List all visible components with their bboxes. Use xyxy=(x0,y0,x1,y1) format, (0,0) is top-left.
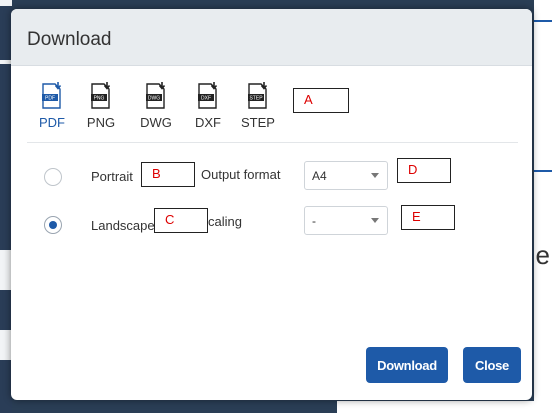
annotation-d: D xyxy=(397,158,451,183)
download-dialog: Download PDF PDF PNG PNG DWG DWG DXF DXF… xyxy=(11,9,532,400)
format-label-dxf: DXF xyxy=(195,115,221,130)
svg-text:DWG: DWG xyxy=(148,96,160,102)
background-app-right: e xyxy=(534,0,552,413)
dialog-header: Download xyxy=(11,9,532,66)
landscape-label: Landscape xyxy=(91,218,155,233)
section-divider xyxy=(27,142,518,143)
format-label-dwg: DWG xyxy=(140,115,172,130)
svg-text:PDF: PDF xyxy=(45,96,55,102)
scaling-select[interactable]: - xyxy=(304,206,388,235)
portrait-radio[interactable] xyxy=(44,168,62,186)
output-format-select[interactable]: A4 xyxy=(304,161,388,190)
step-file-icon: STEP xyxy=(248,82,268,109)
landscape-radio[interactable] xyxy=(44,216,62,234)
annotation-a: A xyxy=(293,88,349,113)
close-button[interactable]: Close xyxy=(463,347,521,383)
format-option-step[interactable]: STEP STEP xyxy=(236,82,280,130)
format-label-pdf: PDF xyxy=(39,115,65,130)
format-option-dwg[interactable]: DWG DWG xyxy=(134,82,178,130)
format-label-png: PNG xyxy=(86,115,116,130)
chevron-down-icon xyxy=(371,218,379,223)
chevron-down-icon xyxy=(371,173,379,178)
annotation-b: B xyxy=(141,162,195,187)
download-button[interactable]: Download xyxy=(366,347,448,383)
format-option-png[interactable]: PNG PNG xyxy=(79,82,123,130)
portrait-label: Portrait xyxy=(91,169,133,184)
radio-selected-dot xyxy=(49,221,57,229)
format-option-dxf[interactable]: DXF DXF xyxy=(186,82,230,130)
output-format-label: Output format xyxy=(201,167,281,182)
dxf-file-icon: DXF xyxy=(198,82,218,109)
pdf-file-icon: PDF xyxy=(42,82,62,109)
background-text: e xyxy=(535,240,550,270)
format-option-pdf[interactable]: PDF PDF xyxy=(30,82,74,130)
background-app-bottom xyxy=(12,401,534,413)
svg-text:PNG: PNG xyxy=(94,96,105,102)
format-label-step: STEP xyxy=(241,115,275,130)
scaling-label: caling xyxy=(208,214,242,229)
dialog-title: Download xyxy=(27,29,112,50)
png-file-icon: PNG xyxy=(91,82,111,109)
annotation-e: E xyxy=(401,205,455,230)
svg-text:DXF: DXF xyxy=(201,96,211,102)
annotation-c: C xyxy=(154,208,208,233)
scaling-value: - xyxy=(312,214,316,228)
svg-text:STEP: STEP xyxy=(249,96,263,102)
dwg-file-icon: DWG xyxy=(146,82,166,109)
output-format-value: A4 xyxy=(312,169,327,183)
